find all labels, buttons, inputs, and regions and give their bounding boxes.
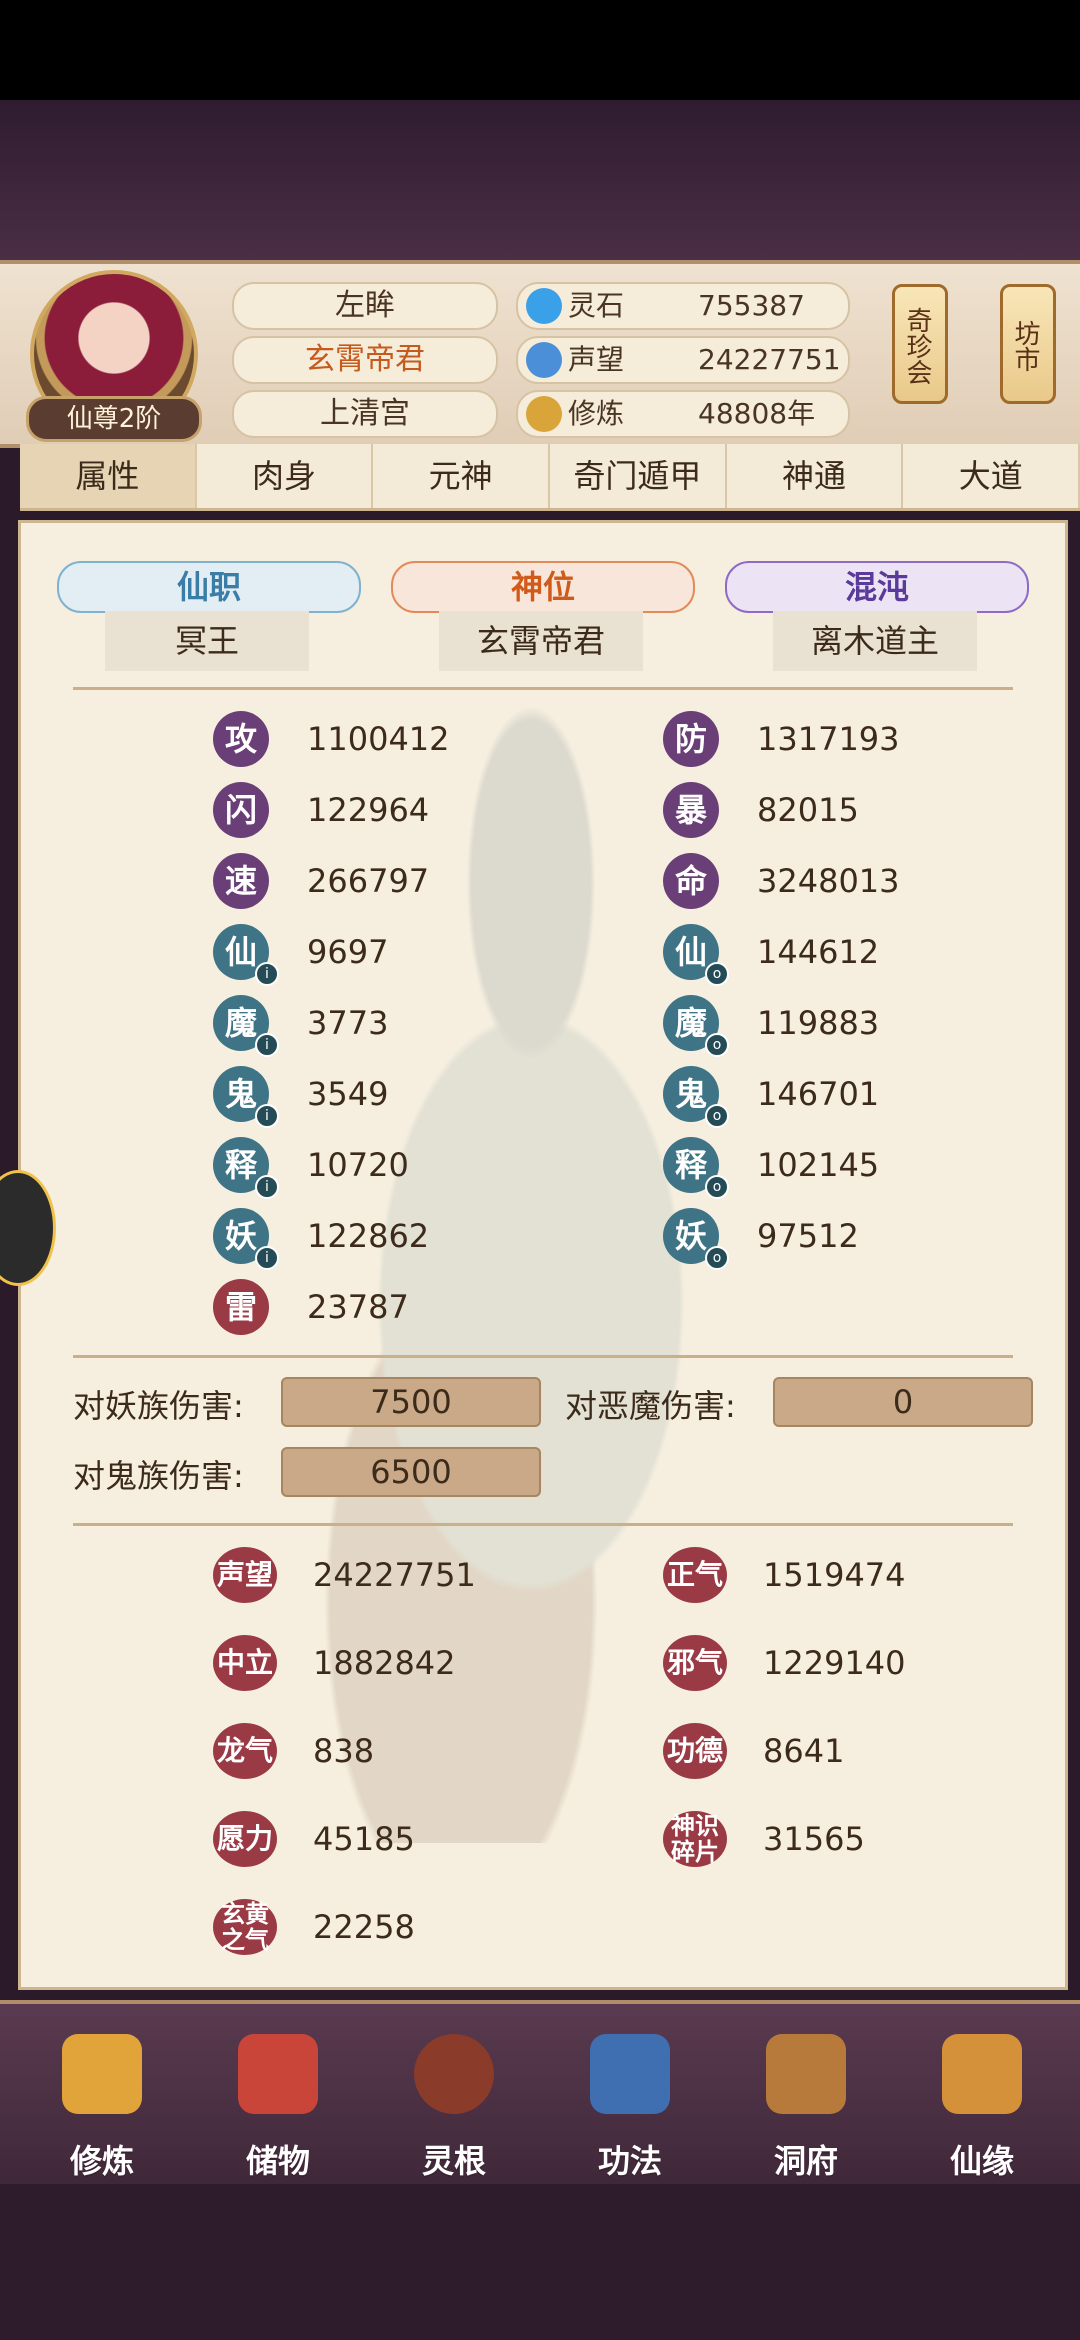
bottom-bar — [0, 2184, 1080, 2340]
shield-icon: o — [705, 1033, 729, 1057]
tab-attributes[interactable]: 属性 — [20, 444, 197, 508]
bottom-navigation: 修炼 储物 灵根 功法 洞府 仙缘 — [0, 2000, 1080, 2184]
damage-vs-monster-label: 对妖族伤害: — [73, 1387, 244, 1425]
divider — [73, 687, 1013, 690]
divider — [73, 1523, 1013, 1526]
nav-cave-mansion[interactable]: 洞府 — [736, 2024, 876, 2180]
shield-icon: o — [705, 1246, 729, 1270]
spirit-root-icon — [414, 2034, 494, 2114]
nav-cultivate[interactable]: 修炼 — [32, 2024, 172, 2180]
divider — [73, 1355, 1013, 1358]
tab-bar: 属性 肉身 元神 奇门遁甲 神通 大道 — [20, 444, 1080, 511]
bag-icon — [238, 2034, 318, 2114]
info-icon: i — [255, 962, 279, 986]
nav-fortune[interactable]: 仙缘 — [912, 2024, 1052, 2180]
gourd-icon — [942, 2034, 1022, 2114]
info-icon: i — [255, 1246, 279, 1270]
damage-vs-ghost-label: 对鬼族伤害: — [73, 1457, 244, 1495]
reputation-drop-icon — [526, 342, 562, 378]
book-icon — [590, 2034, 670, 2114]
spirit-stone-icon — [526, 288, 562, 324]
attributes-panel: 仙职 冥王 神位 玄霄帝君 混沌 离木道主 攻 1100412 闪 122964… — [18, 520, 1068, 1990]
name-field: 左眸 — [232, 282, 498, 330]
role-chaos: 混沌 离木道主 — [725, 543, 1029, 671]
damage-vs-ghost-value: 6500 — [281, 1447, 541, 1497]
market-button[interactable]: 坊市 — [1000, 284, 1056, 404]
tab-divine-power[interactable]: 神通 — [727, 444, 904, 508]
tab-qimen[interactable]: 奇门遁甲 — [550, 444, 727, 508]
shield-icon: o — [705, 1104, 729, 1128]
mansion-icon — [766, 2034, 846, 2114]
profile-header: 仙尊2阶 左眸 玄霄帝君 上清宫 灵石 755387 声望 24227751 修… — [0, 260, 1080, 448]
reputation-row: 声望 24227751 — [516, 336, 850, 384]
info-icon: i — [255, 1175, 279, 1199]
title-field: 玄霄帝君 — [232, 336, 498, 384]
damage-vs-devil-value: 0 — [773, 1377, 1033, 1427]
tab-body[interactable]: 肉身 — [197, 444, 374, 508]
shield-icon: o — [705, 962, 729, 986]
cultivate-icon — [62, 2034, 142, 2114]
top-banner — [0, 100, 1080, 260]
status-bar — [0, 0, 1080, 100]
rank-badge: 仙尊2阶 — [26, 396, 202, 442]
damage-vs-monster-value: 7500 — [281, 1377, 541, 1427]
spirit-stone-row: 灵石 755387 — [516, 282, 850, 330]
cultivation-row: 修炼 48808年 — [516, 390, 850, 438]
meditation-icon — [526, 396, 562, 432]
treasure-meet-button[interactable]: 奇珍会 — [892, 284, 948, 404]
role-divine-rank: 神位 玄霄帝君 — [391, 543, 695, 671]
role-immortal-post: 仙职 冥王 — [57, 543, 361, 671]
info-icon: i — [255, 1033, 279, 1057]
nav-technique[interactable]: 功法 — [560, 2024, 700, 2180]
damage-vs-devil-label: 对恶魔伤害: — [565, 1387, 736, 1425]
sect-field: 上清宫 — [232, 390, 498, 438]
shield-icon: o — [705, 1175, 729, 1199]
info-icon: i — [255, 1104, 279, 1128]
tab-dao[interactable]: 大道 — [903, 444, 1080, 508]
tab-spirit[interactable]: 元神 — [373, 444, 551, 508]
nav-storage[interactable]: 储物 — [208, 2024, 348, 2180]
nav-spirit-root[interactable]: 灵根 — [384, 2024, 524, 2180]
